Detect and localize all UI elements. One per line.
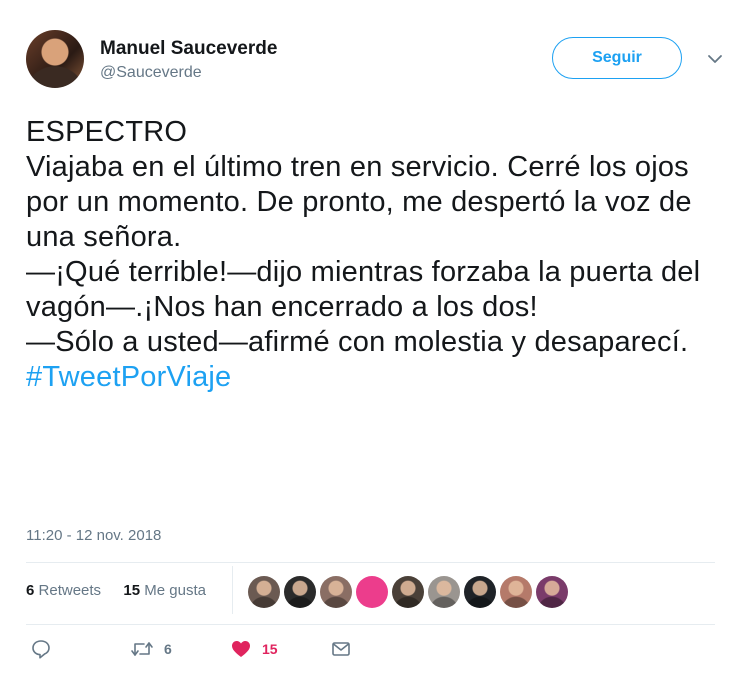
liker-avatar[interactable] [428,576,460,608]
tweet-line: —¡Qué terrible!—dijo mientras forzaba la… [26,256,701,323]
like-button[interactable]: 15 [230,638,278,660]
retweet-icon [131,642,153,656]
tweet-stats: 6 Retweets 15 Me gusta [26,582,206,599]
tweet-actions: 6 15 [0,638,741,664]
liker-cultura-logo[interactable] [356,576,388,608]
retweet-button[interactable]: 6 [130,638,172,660]
author-avatar[interactable] [26,30,84,88]
follow-button[interactable]: Seguir [552,37,682,79]
reply-icon [32,640,50,659]
retweets-stat[interactable]: 6 Retweets [26,582,105,599]
likes-stat[interactable]: 15 Me gusta [123,582,206,599]
retweet-count: 6 [164,641,172,657]
liker-avatar[interactable] [536,576,568,608]
tweet-timestamp[interactable]: 11:20 - 12 nov. 2018 [26,527,161,544]
hashtag-link[interactable]: #TweetPorViaje [26,361,231,393]
tweet-line: Viajaba en el último tren en servicio. C… [26,151,692,253]
retweets-label: Retweets [38,582,102,599]
reply-button[interactable] [30,638,62,660]
liker-avatar[interactable] [248,576,280,608]
liker-avatar[interactable] [464,576,496,608]
tweet-line: —Sólo a usted—afirmé con molestia y desa… [26,326,689,358]
direct-message-button[interactable] [330,638,352,660]
likes-count: 15 [123,582,141,599]
retweets-count: 6 [26,582,35,599]
heart-icon [232,641,250,657]
divider [26,562,715,563]
tweet-text: ESPECTRO Viajaba en el último tren en se… [26,115,731,395]
envelope-icon [332,642,350,656]
liker-avatar[interactable] [392,576,424,608]
likes-label: Me gusta [144,582,206,599]
tweet-line: ESPECTRO [26,116,188,148]
author-name[interactable]: Manuel Sauceverde [100,38,277,60]
divider [26,624,715,625]
liker-avatar[interactable] [320,576,352,608]
stats-divider [232,566,233,614]
chevron-down-icon[interactable] [706,52,724,66]
liker-avatar[interactable] [284,576,316,608]
liker-avatar[interactable] [500,576,532,608]
like-count: 15 [262,641,278,657]
author-handle[interactable]: @Sauceverde [100,64,202,82]
